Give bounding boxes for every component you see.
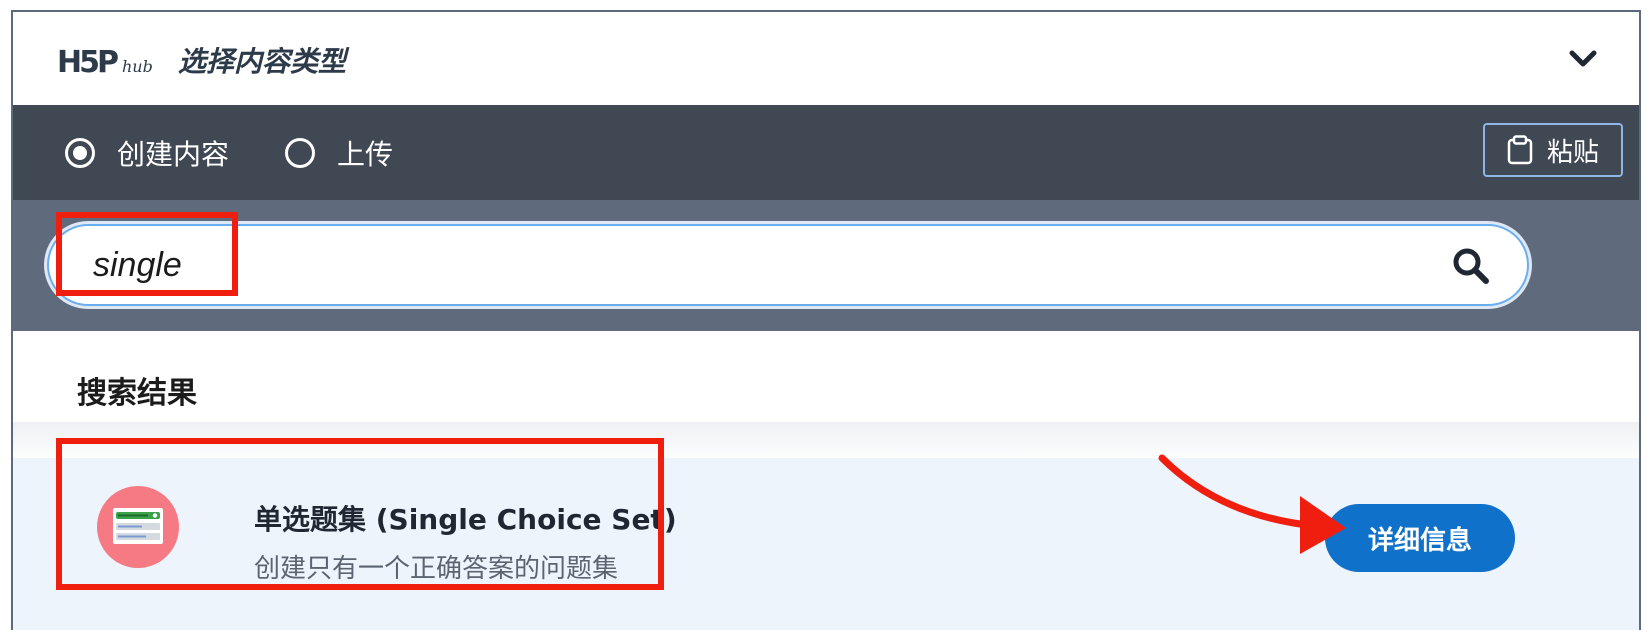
tab-upload[interactable]: 上传 xyxy=(285,105,393,200)
clipboard-icon xyxy=(1507,135,1533,165)
search-input[interactable] xyxy=(93,240,1443,290)
tab-create-label: 创建内容 xyxy=(117,137,230,171)
result-highlight-box xyxy=(56,438,664,590)
tab-upload-label: 上传 xyxy=(337,137,394,171)
search-box[interactable] xyxy=(47,224,1529,306)
details-button[interactable]: 详细信息 xyxy=(1325,504,1515,572)
logo-sub: hub xyxy=(121,57,153,76)
results-title: 搜索结果 xyxy=(77,376,197,411)
tab-create-content[interactable]: 创建内容 xyxy=(65,105,229,200)
search-highlight-box xyxy=(56,212,238,296)
logo-main: H5P xyxy=(57,45,119,80)
h5p-hub-logo: H5P hub xyxy=(57,38,153,78)
search-icon[interactable] xyxy=(1451,246,1491,286)
radio-selected-icon[interactable] xyxy=(65,137,95,168)
paste-label: 粘贴 xyxy=(1546,137,1599,168)
chevron-down-icon[interactable] xyxy=(1569,48,1597,70)
search-bar xyxy=(13,200,1639,331)
radio-unselected-icon[interactable] xyxy=(285,137,315,168)
hub-header[interactable]: H5P hub 选择内容类型 xyxy=(13,12,1639,105)
tab-bar: 创建内容 上传 粘贴 xyxy=(13,105,1639,200)
header-title: 选择内容类型 xyxy=(178,45,347,78)
annotation-arrow-icon xyxy=(1158,454,1346,554)
paste-button[interactable]: 粘贴 xyxy=(1483,123,1623,177)
